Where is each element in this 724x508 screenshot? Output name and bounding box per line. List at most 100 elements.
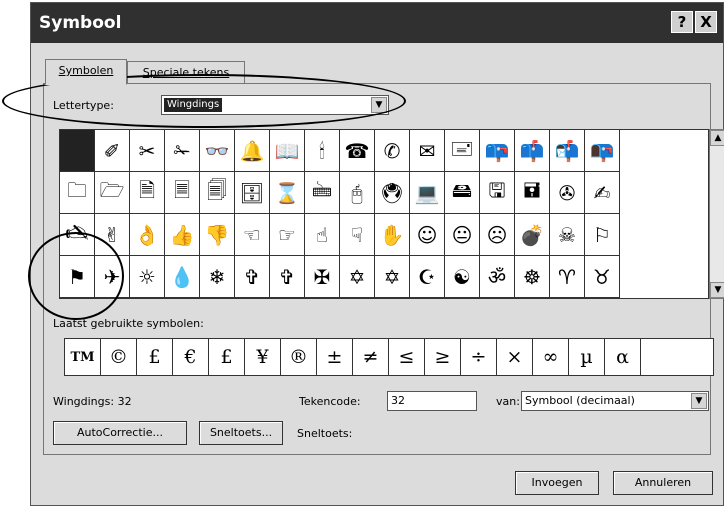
symbol-cell[interactable]: 🖃: [445, 130, 480, 172]
symbol-scrollbar[interactable]: ▲ ▼: [709, 129, 724, 299]
recent-symbol[interactable]: €: [173, 339, 209, 375]
symbol-cell[interactable]: 👍: [165, 214, 200, 256]
symbol-cell[interactable]: ✞: [270, 256, 305, 298]
symbol-cell[interactable]: ✇: [550, 172, 585, 214]
symbol-cell[interactable]: 📭: [585, 130, 620, 172]
symbol-cell[interactable]: 🔔: [235, 130, 270, 172]
symbol-cell[interactable]: 🗐: [200, 172, 235, 214]
close-button[interactable]: X: [695, 11, 717, 33]
symbol-cell[interactable]: ☯: [445, 256, 480, 298]
symbol-cell[interactable]: ☞: [270, 214, 305, 256]
recent-symbol[interactable]: ≠: [353, 339, 389, 375]
symbol-cell[interactable]: 🗎: [130, 172, 165, 214]
symbol-cell[interactable]: 🗀: [60, 172, 95, 214]
symbol-cell[interactable]: ✁: [165, 130, 200, 172]
from-select[interactable]: Symbool (decimaal) ▼: [521, 391, 709, 411]
symbol-cell[interactable]: ✂: [130, 130, 165, 172]
symbol-cell[interactable]: 🖎: [60, 214, 95, 256]
symbol-cell[interactable]: ⚑: [60, 256, 95, 298]
recent-symbol[interactable]: ©: [101, 339, 137, 375]
symbol-cell[interactable]: ☸: [515, 256, 550, 298]
symbol-cell[interactable]: ♈: [550, 256, 585, 298]
arrow-up-icon[interactable]: ▲: [710, 130, 724, 146]
symbol-cell[interactable]: [60, 130, 95, 172]
chevron-down-icon[interactable]: ▼: [371, 97, 387, 113]
symbol-cell[interactable]: ✌: [95, 214, 130, 256]
symbol-cell[interactable]: ✋: [375, 214, 410, 256]
recent-symbol[interactable]: ∞: [533, 339, 569, 375]
code-input[interactable]: 32: [387, 391, 477, 411]
recent-symbol[interactable]: α: [605, 339, 641, 375]
chevron-down-icon[interactable]: ▼: [691, 393, 707, 409]
recent-symbol[interactable]: ±: [317, 339, 353, 375]
recent-symbol[interactable]: TM: [65, 339, 101, 375]
symbol-cell[interactable]: 😐: [445, 214, 480, 256]
symbol-cell[interactable]: ☟: [340, 214, 375, 256]
recent-symbols[interactable]: TM © £ € £ ¥ ® ± ≠ ≤ ≥ ÷ × ∞ µ α: [64, 338, 714, 376]
recent-symbol[interactable]: ®: [281, 339, 317, 375]
cancel-button[interactable]: Annuleren: [613, 471, 713, 495]
symbol-cell[interactable]: ✡: [375, 256, 410, 298]
tab-speciale-tekens[interactable]: Speciale tekens: [127, 61, 245, 85]
recent-symbol[interactable]: ×: [497, 339, 533, 375]
autocorrect-button[interactable]: AutoCorrectie...: [53, 421, 187, 445]
recent-symbol[interactable]: ¥: [245, 339, 281, 375]
symbol-cell[interactable]: 🖰: [340, 172, 375, 214]
symbol-cell[interactable]: 🖬: [515, 172, 550, 214]
recent-symbol[interactable]: £: [209, 339, 245, 375]
symbol-cell[interactable]: 🕯: [305, 130, 340, 172]
symbol-cell[interactable]: ☎: [340, 130, 375, 172]
symbol-cell[interactable]: 💣: [515, 214, 550, 256]
symbol-cell[interactable]: ✞: [235, 256, 270, 298]
symbol-cell[interactable]: ॐ: [480, 256, 515, 298]
symbol-cell[interactable]: ☺: [410, 214, 445, 256]
symbol-cell[interactable]: 🗏: [165, 172, 200, 214]
symbol-cell[interactable]: ✆: [375, 130, 410, 172]
recent-symbol[interactable]: ÷: [461, 339, 497, 375]
symbol-cell[interactable]: ✐: [95, 130, 130, 172]
recent-symbol[interactable]: µ: [569, 339, 605, 375]
symbol-cell[interactable]: 🗁: [95, 172, 130, 214]
symbol-cell[interactable]: 🖲: [375, 172, 410, 214]
symbol-cell[interactable]: 👓: [200, 130, 235, 172]
recent-symbol[interactable]: ≥: [425, 339, 461, 375]
symbol-cell[interactable]: 🖫: [480, 172, 515, 214]
symbol-cell[interactable]: 📬: [550, 130, 585, 172]
symbol-cell[interactable]: 👎: [200, 214, 235, 256]
symbol-cell[interactable]: 👌: [130, 214, 165, 256]
symbol-cell[interactable]: ⚐: [585, 214, 620, 256]
recent-symbol[interactable]: £: [137, 339, 173, 375]
symbol-cell[interactable]: 📪: [480, 130, 515, 172]
symbol-cell[interactable]: ✉: [410, 130, 445, 172]
symbol-cell[interactable]: ☼: [130, 256, 165, 298]
symbol-cell[interactable]: 💧: [165, 256, 200, 298]
symbol-cell[interactable]: 💻: [410, 172, 445, 214]
symbol-cell[interactable]: ✠: [305, 256, 340, 298]
symbol-cell[interactable]: ☜: [235, 214, 270, 256]
symbol-cell[interactable]: ☪: [410, 256, 445, 298]
symbol-cell[interactable]: ⌛: [270, 172, 305, 214]
tab-symbolen[interactable]: Symbolen: [45, 59, 127, 85]
symbol-cell[interactable]: ☝: [305, 214, 340, 256]
symbol-cell[interactable]: ☹: [480, 214, 515, 256]
symbol-cell[interactable]: ♉: [585, 256, 620, 298]
font-select[interactable]: Wingdings ▼: [161, 95, 389, 115]
shortcut-key-button[interactable]: Sneltoets...: [199, 421, 283, 445]
recent-symbol[interactable]: ≤: [389, 339, 425, 375]
arrow-down-icon[interactable]: ▼: [710, 282, 724, 298]
symbol-cell[interactable]: ✈: [95, 256, 130, 298]
tab-label: Speciale tekens: [142, 66, 230, 79]
symbol-cell[interactable]: 📖: [270, 130, 305, 172]
symbol-cell[interactable]: ❄: [200, 256, 235, 298]
symbol-cell[interactable]: ✍: [585, 172, 620, 214]
insert-button[interactable]: Invoegen: [515, 471, 599, 495]
symbol-cell[interactable]: 📫: [515, 130, 550, 172]
font-label: Lettertype:: [53, 99, 114, 112]
symbol-cell[interactable]: 🗄: [235, 172, 270, 214]
symbol-cell[interactable]: 🖴: [445, 172, 480, 214]
symbol-cell[interactable]: ✡: [340, 256, 375, 298]
symbol-grid[interactable]: ✐ ✂ ✁ 👓 🔔 📖 🕯 ☎ ✆ ✉ 🖃 📪 📫 📬 📭 🗀 🗁 🗎 🗏 🗐 🗄 ⌛ 🖮 🖰 🖲 💻 🖴 🖫 🖬 ✇ ✍ 🖎 ✌ 👌 👍 👎 ☜ ☞ ☝ ☟…: [59, 129, 709, 299]
help-button[interactable]: ?: [671, 11, 693, 33]
symbol-cell[interactable]: 🖮: [305, 172, 340, 214]
symbol-cell[interactable]: ☠: [550, 214, 585, 256]
